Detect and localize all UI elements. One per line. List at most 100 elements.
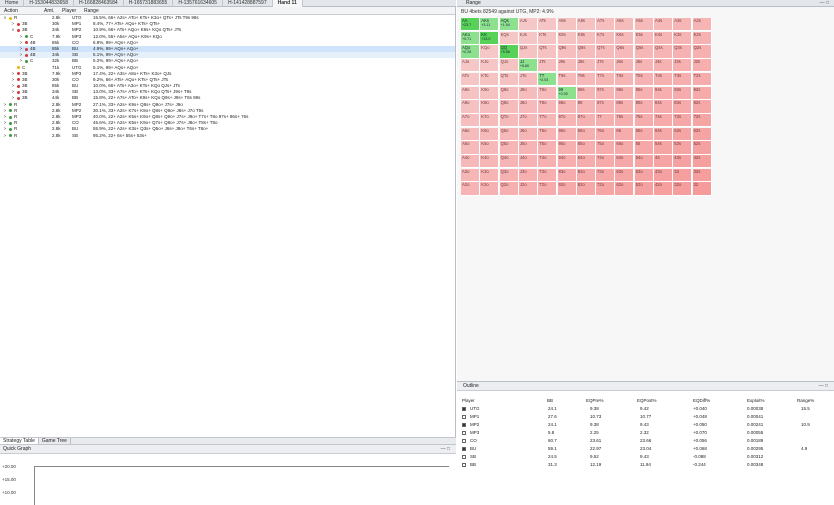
range-cell-98s[interactable]: 98s xyxy=(576,86,596,100)
range-cell-83s[interactable]: 83s xyxy=(673,100,693,114)
range-cell-75s[interactable]: 75s xyxy=(634,113,654,128)
range-cell-a8s[interactable]: A8s xyxy=(576,18,596,32)
range-cell-t7s[interactable]: T7s xyxy=(596,72,616,87)
range-cell-a5s[interactable]: A5s xyxy=(634,18,654,32)
range-cell-95o[interactable]: 95o xyxy=(557,141,577,155)
range-cell-jto[interactable]: JTo xyxy=(518,72,538,87)
range-cell-k2s[interactable]: K2s xyxy=(692,31,712,46)
range-cell-j7s[interactable]: J7s xyxy=(596,59,616,73)
range-cell-j7o[interactable]: J7o xyxy=(518,113,538,128)
range-cell-jj[interactable]: JJ +5.80 xyxy=(518,59,538,73)
col-range[interactable]: Range xyxy=(80,7,99,14)
doc-tab[interactable]: H-166828463584 xyxy=(74,0,124,7)
range-cell-q3o[interactable]: Q3o xyxy=(499,168,519,183)
range-cell-qts[interactable]: QTs xyxy=(538,45,558,59)
range-cell-53o[interactable]: 53o xyxy=(634,168,654,183)
range-cell-kts[interactable]: KTs xyxy=(538,31,558,46)
range-cell-84s[interactable]: 84s xyxy=(654,100,673,114)
range-cell-82s[interactable]: 82s xyxy=(692,100,712,114)
range-cell-k4o[interactable]: K4o xyxy=(480,155,500,169)
range-cell-a3o[interactable]: A3o xyxy=(461,168,480,183)
range-cell-96o[interactable]: 96o xyxy=(557,127,577,141)
range-cell-82o[interactable]: 82o xyxy=(576,182,596,196)
range-cell-32o[interactable]: 32o xyxy=(673,182,693,196)
range-cell-q6s[interactable]: Q6s xyxy=(615,45,635,59)
range-cell-a8o[interactable]: A8o xyxy=(461,100,480,114)
range-cell-k7s[interactable]: K7s xyxy=(596,31,616,46)
range-cell-43s[interactable]: 43s xyxy=(673,155,693,169)
range-cell-43o[interactable]: 43o xyxy=(654,168,673,183)
range-cell-t3o[interactable]: T3o xyxy=(538,168,558,183)
range-cell-97o[interactable]: 97o xyxy=(557,113,577,128)
range-cell-t4o[interactable]: T4o xyxy=(538,155,558,169)
range-cell-72s[interactable]: 72s xyxy=(692,113,712,128)
range-cell-a6o[interactable]: A6o xyxy=(461,127,480,141)
range-cell-q8s[interactable]: Q8s xyxy=(576,45,596,59)
range-cell-94o[interactable]: 94o xyxy=(557,155,577,169)
range-cell-kqs[interactable]: KQs xyxy=(499,31,519,46)
doc-tab[interactable]: Hand 11 xyxy=(272,0,303,7)
range-cell-98o[interactable]: 98o xyxy=(557,100,577,114)
player-checkbox[interactable] xyxy=(462,447,466,451)
tree-row[interactable]: > R 2.8k SB 95.2%, 22+ 6s+ 55s+ 53s+ xyxy=(0,133,455,139)
range-cell-88[interactable]: 88 xyxy=(576,100,596,114)
range-cell-j4s[interactable]: J4s xyxy=(654,59,673,73)
range-cell-63s[interactable]: 63s xyxy=(673,127,693,141)
range-cell-a6s[interactable]: A6s xyxy=(615,18,635,32)
range-cell-86o[interactable]: 86o xyxy=(576,127,596,141)
range-cell-t2s[interactable]: T2s xyxy=(692,72,712,87)
range-cell-44[interactable]: 44 xyxy=(654,155,673,169)
range-cell-93s[interactable]: 93s xyxy=(673,86,693,100)
range-cell-t6s[interactable]: T6s xyxy=(615,72,635,87)
range-cell-42o[interactable]: 42o xyxy=(654,182,673,196)
range-cell-t9o[interactable]: T9o xyxy=(538,86,558,100)
range-cell-q3s[interactable]: Q3s xyxy=(673,45,693,59)
range-cell-ajo[interactable]: AJo xyxy=(461,59,480,73)
range-cell-k6o[interactable]: K6o xyxy=(480,127,500,141)
player-checkbox[interactable] xyxy=(462,463,466,467)
range-cell-74s[interactable]: 74s xyxy=(654,113,673,128)
range-cell-qq[interactable]: QQ +9.58 xyxy=(499,45,519,59)
range-cell-33[interactable]: 33 xyxy=(673,168,693,183)
range-cell-q4s[interactable]: Q4s xyxy=(654,45,673,59)
range-cell-a3s[interactable]: A3s xyxy=(673,18,693,32)
range-cell-k3s[interactable]: K3s xyxy=(673,31,693,46)
range-cell-q7s[interactable]: Q7s xyxy=(596,45,616,59)
range-cell-65o[interactable]: 65o xyxy=(615,141,635,155)
tab-game-tree[interactable]: Game Tree xyxy=(39,438,71,444)
range-cell-aks[interactable]: AKs +3.11 xyxy=(480,18,500,32)
range-cell-q5s[interactable]: Q5s xyxy=(634,45,654,59)
player-checkbox[interactable] xyxy=(462,407,466,411)
range-cell-j8s[interactable]: J8s xyxy=(576,59,596,73)
range-cell-j5s[interactable]: J5s xyxy=(634,59,654,73)
range-cell-92o[interactable]: 92o xyxy=(557,182,577,196)
player-checkbox[interactable] xyxy=(462,455,466,459)
range-cell-87o[interactable]: 87o xyxy=(576,113,596,128)
range-cell-t4s[interactable]: T4s xyxy=(654,72,673,87)
range-cell-jts[interactable]: JTs xyxy=(538,59,558,73)
range-panel-tab[interactable]: Range xyxy=(466,0,481,6)
range-cell-qjs[interactable]: QJs xyxy=(518,45,538,59)
range-cell-q7o[interactable]: Q7o xyxy=(499,113,519,128)
range-cell-93o[interactable]: 93o xyxy=(557,168,577,183)
range-cell-a9o[interactable]: A9o xyxy=(461,86,480,100)
range-cell-k3o[interactable]: K3o xyxy=(480,168,500,183)
range-cell-62o[interactable]: 62o xyxy=(615,182,635,196)
range-cell-q5o[interactable]: Q5o xyxy=(499,141,519,155)
player-checkbox[interactable] xyxy=(462,415,466,419)
range-cell-a7s[interactable]: A7s xyxy=(596,18,616,32)
range-cell-t6o[interactable]: T6o xyxy=(538,127,558,141)
range-cell-85o[interactable]: 85o xyxy=(576,141,596,155)
range-cell-k5s[interactable]: K5s xyxy=(634,31,654,46)
range-cell-q6o[interactable]: Q6o xyxy=(499,127,519,141)
range-cell-aqo[interactable]: AQo +0.28 xyxy=(461,45,480,59)
range-cell-a2s[interactable]: A2s xyxy=(692,18,712,32)
range-cell-t8s[interactable]: T8s xyxy=(576,72,596,87)
range-cell-73s[interactable]: 73s xyxy=(673,113,693,128)
range-cell-76s[interactable]: 76s xyxy=(615,113,635,128)
range-cell-tt[interactable]: TT +2.03 xyxy=(538,72,558,87)
range-cell-j3o[interactable]: J3o xyxy=(518,168,538,183)
range-cell-t8o[interactable]: T8o xyxy=(538,100,558,114)
range-cell-99[interactable]: 99 +0.39 xyxy=(557,86,577,100)
range-cell-75o[interactable]: 75o xyxy=(596,141,616,155)
